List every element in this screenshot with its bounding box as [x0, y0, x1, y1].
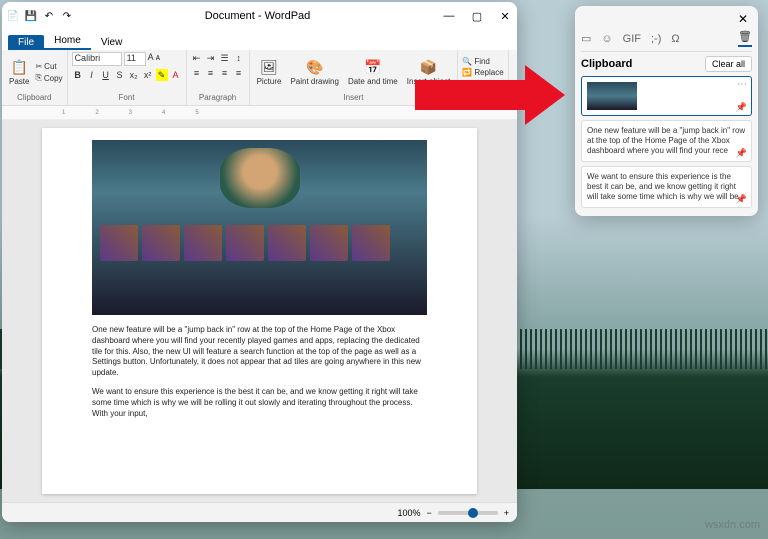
copy-button[interactable]: ⎘ Copy [35, 73, 62, 83]
quick-access-toolbar: 📄 💾 ↶ ↷ [6, 9, 74, 23]
zoom-out-button[interactable]: − [426, 508, 431, 518]
dec-indent-icon[interactable]: ⇤ [191, 52, 203, 64]
redo-icon[interactable]: ↷ [60, 9, 74, 23]
close-button[interactable]: ✕ [497, 10, 513, 23]
emoji-tab-icon[interactable]: ☺ [601, 33, 612, 45]
align-right-icon[interactable]: ≡ [219, 67, 231, 79]
font-name-select[interactable]: Calibri [72, 52, 122, 66]
clipboard-history-icon[interactable]: 🗑 [738, 30, 752, 47]
cut-button[interactable]: ✂ Cut [35, 62, 62, 71]
bullets-icon[interactable]: ☰ [219, 52, 231, 64]
status-bar: 100% − + [2, 502, 517, 522]
annotation-arrow [415, 65, 575, 125]
align-left-icon[interactable]: ≡ [191, 67, 203, 79]
subscript-button[interactable]: x₂ [128, 69, 140, 81]
gif-tab-icon[interactable]: GIF [623, 33, 641, 45]
font-size-select[interactable]: 11 [124, 52, 146, 66]
clear-all-button[interactable]: Clear all [705, 56, 752, 72]
underline-button[interactable]: U [100, 69, 112, 81]
wordpad-titlebar: 📄 💾 ↶ ↷ Document - WordPad — ▢ ✕ [2, 2, 517, 30]
undo-icon[interactable]: ↶ [42, 9, 56, 23]
symbols-tab-icon[interactable]: Ω [671, 33, 679, 45]
align-center-icon[interactable]: ≡ [205, 67, 217, 79]
bold-button[interactable]: B [72, 69, 84, 81]
paste-button[interactable]: 📋Paste [6, 58, 32, 87]
kaomoji-tab-icon[interactable]: ;-) [651, 33, 661, 45]
clipboard-tab-icon[interactable]: ▭ [581, 32, 591, 45]
highlight-icon[interactable]: ✎ [156, 69, 168, 81]
group-font: Calibri 11 A ᴀ B I U S x₂ x² ✎ A Font [68, 50, 187, 105]
pin-icon[interactable]: 📌 [736, 194, 747, 205]
pin-icon[interactable]: 📌 [736, 102, 747, 113]
clip-text: One new feature will be a "jump back in"… [587, 126, 746, 156]
zoom-in-button[interactable]: + [504, 508, 509, 518]
shrink-font-icon[interactable]: ᴀ [156, 52, 160, 66]
line-spacing-icon[interactable]: ↕ [233, 52, 245, 64]
clipboard-title: Clipboard [581, 58, 632, 70]
ribbon-tabs: File Home View [2, 30, 517, 50]
zoom-slider[interactable] [438, 511, 498, 515]
maximize-button[interactable]: ▢ [469, 10, 485, 23]
clipboard-close-button[interactable]: ✕ [734, 12, 752, 26]
insert-paint-button[interactable]: 🎨Paint drawing [287, 58, 341, 87]
grow-font-icon[interactable]: A [148, 52, 154, 66]
superscript-button[interactable]: x² [142, 69, 154, 81]
pin-icon[interactable]: 📌 [736, 148, 747, 159]
more-icon[interactable]: ⋯ [737, 79, 747, 92]
zoom-level: 100% [397, 508, 420, 518]
window-title: Document - WordPad [74, 10, 441, 22]
embedded-image[interactable] [92, 140, 427, 315]
group-paragraph: ⇤ ⇥ ☰ ↕ ≡ ≡ ≡ ≡ Paragraph [187, 50, 250, 105]
tab-view[interactable]: View [91, 35, 133, 50]
clipboard-item[interactable]: We want to ensure this experience is the… [581, 166, 752, 208]
clip-text: We want to ensure this experience is the… [587, 172, 746, 202]
page[interactable]: One new feature will be a "jump back in"… [42, 128, 477, 494]
paragraph-2[interactable]: We want to ensure this experience is the… [92, 387, 427, 419]
italic-button[interactable]: I [86, 69, 98, 81]
insert-datetime-button[interactable]: 📅Date and time [345, 58, 401, 87]
justify-icon[interactable]: ≡ [233, 67, 245, 79]
inc-indent-icon[interactable]: ⇥ [205, 52, 217, 64]
strike-button[interactable]: S [114, 69, 126, 81]
group-clipboard: 📋Paste ✂ Cut ⎘ Copy Clipboard [2, 50, 68, 105]
clip-image-thumb [587, 82, 637, 110]
clipboard-panel: ✕ ▭ ☺ GIF ;-) Ω 🗑 Clipboard Clear all ⋯ … [575, 6, 758, 216]
insert-picture-button[interactable]: 🖼Picture [254, 58, 285, 87]
clipboard-item[interactable]: ⋯ 📌 [581, 76, 752, 116]
clipboard-item[interactable]: One new feature will be a "jump back in"… [581, 120, 752, 162]
minimize-button[interactable]: — [441, 10, 457, 22]
document-area: One new feature will be a "jump back in"… [2, 120, 517, 502]
save-icon[interactable]: 💾 [24, 9, 38, 23]
tab-file[interactable]: File [8, 35, 44, 50]
watermark: wsxdn.com [705, 519, 760, 531]
wordpad-icon: 📄 [6, 9, 20, 23]
font-color-icon[interactable]: A [170, 69, 182, 81]
paragraph-1[interactable]: One new feature will be a "jump back in"… [92, 325, 427, 379]
clipboard-toolbar: ▭ ☺ GIF ;-) Ω 🗑 [581, 30, 752, 52]
tab-home[interactable]: Home [44, 33, 91, 50]
